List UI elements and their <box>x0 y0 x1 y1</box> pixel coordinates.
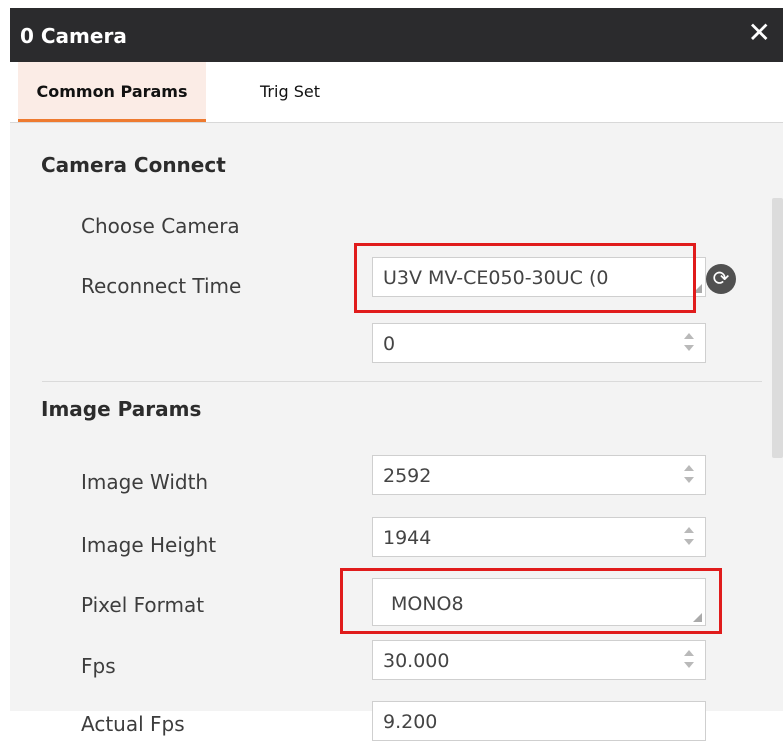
spinner-icon[interactable] <box>683 524 695 550</box>
dialog-body: Common Params Trig Set Camera Connect Ch… <box>10 62 783 741</box>
spinner-icon[interactable] <box>683 647 695 673</box>
vertical-scrollbar[interactable] <box>772 198 783 458</box>
highlight-box-camera <box>354 243 696 313</box>
tab-bar: Common Params Trig Set <box>10 62 783 123</box>
fps-label: Fps <box>81 654 116 678</box>
spinner-icon[interactable] <box>683 462 695 488</box>
image-height-value: 1944 <box>383 527 432 549</box>
pixel-format-label: Pixel Format <box>81 593 205 617</box>
dialog-title-bar: 0 Camera ✕ <box>10 8 783 62</box>
fps-value: 30.000 <box>383 650 450 672</box>
fps-input[interactable]: 30.000 <box>372 640 706 680</box>
tab-common-params[interactable]: Common Params <box>18 62 206 122</box>
tab-trig-set[interactable]: Trig Set <box>260 62 320 122</box>
actual-fps-value: 9.200 <box>383 711 438 733</box>
reconnect-time-label: Reconnect Time <box>81 274 242 298</box>
actual-fps-input: 9.200 <box>372 701 706 741</box>
reconnect-time-value: 0 <box>383 333 396 355</box>
section-camera-connect: Camera Connect <box>41 153 226 177</box>
section-image-params: Image Params <box>41 397 202 421</box>
image-height-input[interactable]: 1944 <box>372 517 706 557</box>
choose-camera-label: Choose Camera <box>81 214 240 238</box>
actual-fps-label: Actual Fps <box>81 712 185 736</box>
image-height-label: Image Height <box>81 533 217 557</box>
spinner-icon[interactable] <box>683 330 695 356</box>
image-width-input[interactable]: 2592 <box>372 455 706 495</box>
highlight-box-pixel-format <box>340 568 722 634</box>
section-divider <box>42 381 762 382</box>
dialog-title: 0 Camera <box>20 24 127 48</box>
refresh-icon[interactable]: ⟳ <box>706 264 736 294</box>
image-width-value: 2592 <box>383 465 432 487</box>
close-icon[interactable]: ✕ <box>748 16 771 50</box>
image-width-label: Image Width <box>81 470 209 494</box>
reconnect-time-input[interactable]: 0 <box>372 323 706 363</box>
params-content: Camera Connect Choose Camera U3V MV-CE05… <box>10 123 783 741</box>
